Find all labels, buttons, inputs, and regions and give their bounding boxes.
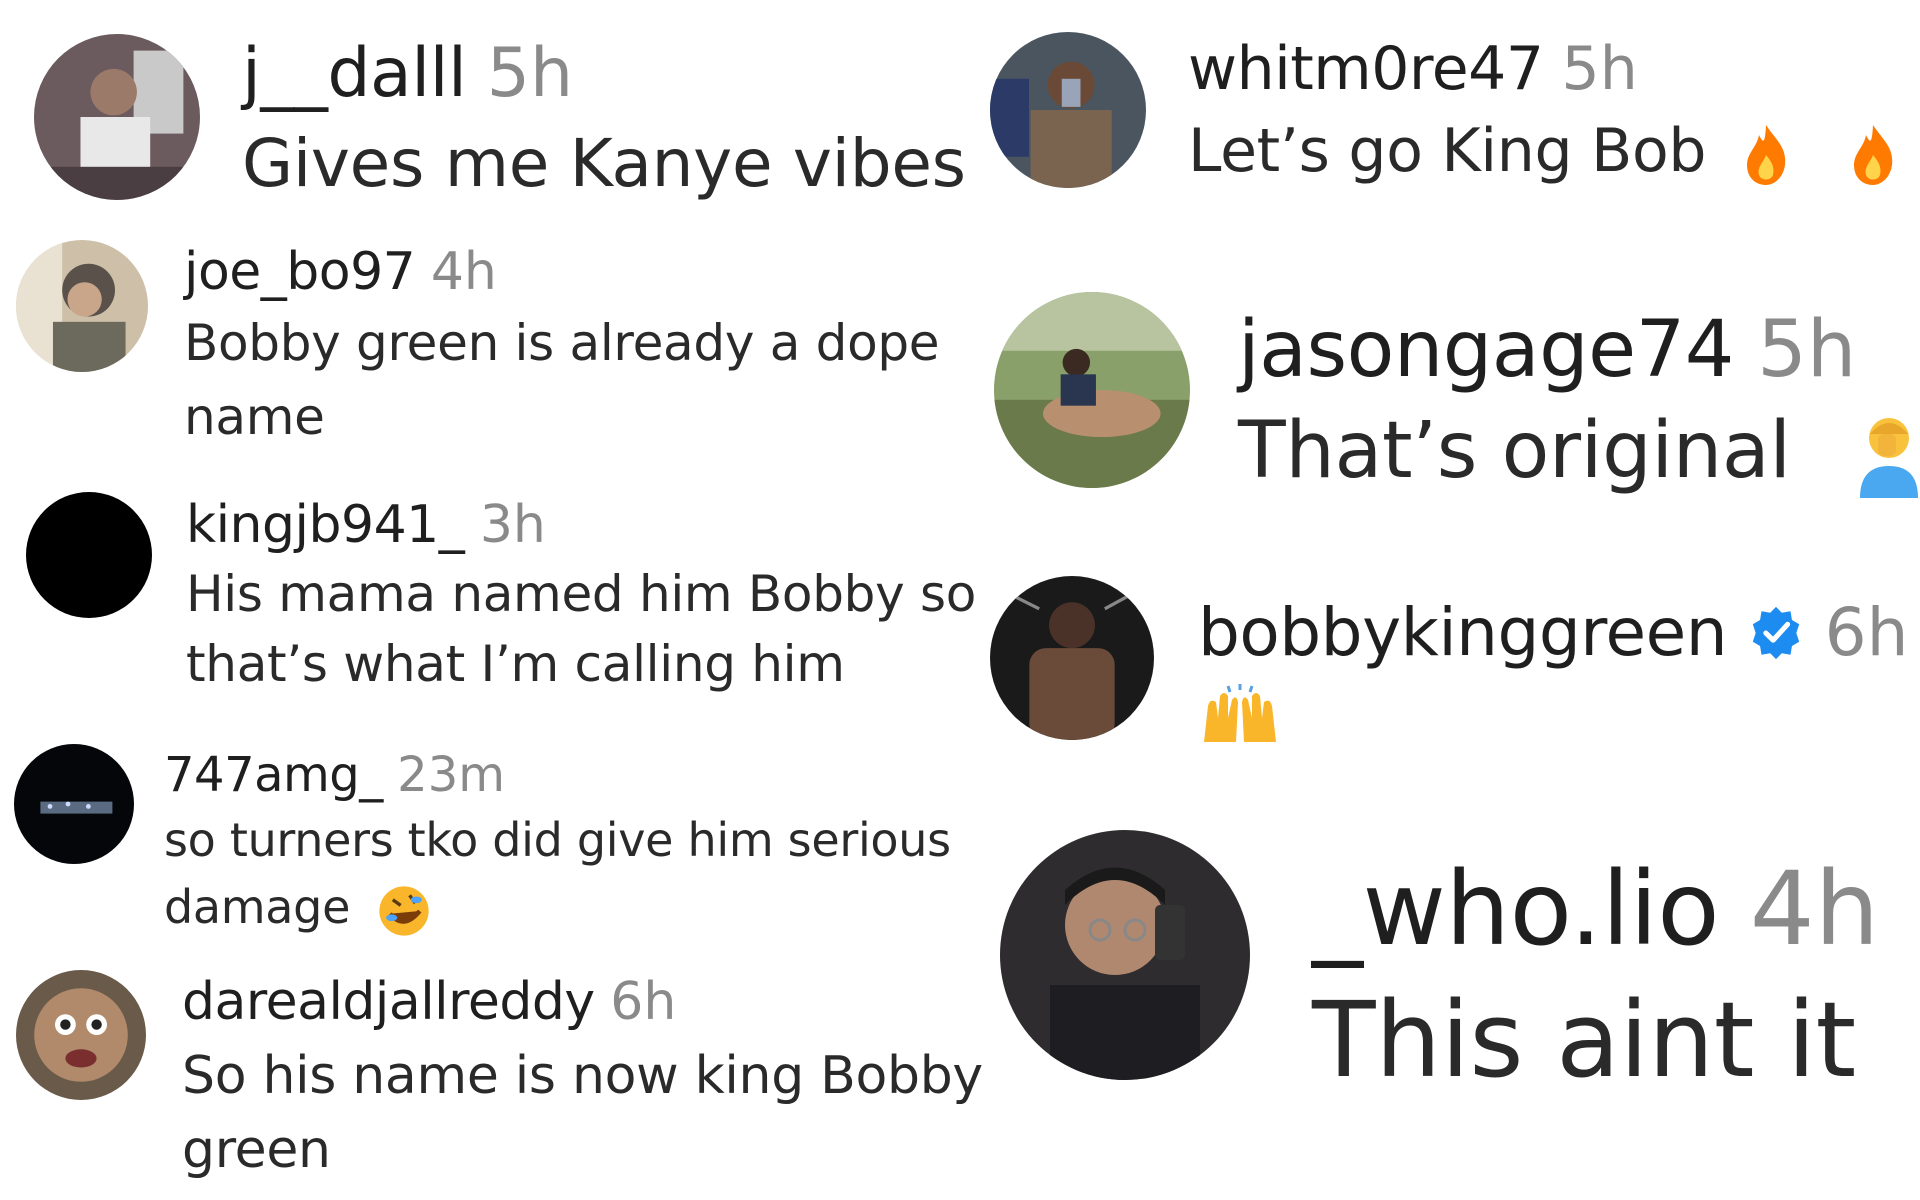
comment-text-line-1: Bobby green is already a dope bbox=[184, 314, 940, 372]
timestamp: 4h bbox=[430, 242, 497, 302]
comment-item: kingjb941_ 3h His mama named him Bobby s… bbox=[26, 492, 976, 698]
fire-icon bbox=[1740, 121, 1792, 187]
username[interactable]: whitm0re47 bbox=[1188, 32, 1544, 106]
timestamp: 5h bbox=[486, 34, 574, 113]
comment-item: joe_bo97 4h Bobby green is already a dop… bbox=[16, 240, 940, 454]
comment-item: jasongage74 5h That’s original bbox=[994, 292, 1920, 504]
avatar[interactable] bbox=[1000, 830, 1250, 1080]
comment-text-wrap: Let’s go King Bob bbox=[1188, 106, 1899, 196]
username[interactable]: j__dalll bbox=[242, 34, 467, 114]
avatar[interactable] bbox=[990, 576, 1154, 740]
comment-text-line-2: that’s what I’m calling him bbox=[186, 635, 845, 693]
username[interactable]: darealdjallreddy bbox=[182, 970, 595, 1034]
avatar[interactable] bbox=[16, 240, 148, 372]
comment-text-wrap: That’s original bbox=[1238, 398, 1920, 504]
comment-item: j__dalll 5h Gives me Kanye vibes bbox=[34, 34, 966, 210]
avatar[interactable] bbox=[16, 970, 146, 1100]
comment-text-line-2: damage bbox=[164, 880, 351, 934]
avatar[interactable] bbox=[994, 292, 1190, 488]
raising-hands-icon bbox=[1198, 682, 1282, 748]
comment-item: whitm0re47 5h Let’s go King Bob bbox=[990, 32, 1899, 196]
timestamp: 5h bbox=[1561, 34, 1638, 104]
comment-text: Gives me Kanye vibes bbox=[242, 125, 966, 202]
person-facepalming-icon bbox=[1854, 414, 1920, 498]
avatar[interactable] bbox=[990, 32, 1146, 188]
comment-text-line-1: So his name is now king Bobby bbox=[182, 1046, 983, 1106]
comment-text: Let’s go King Bob bbox=[1188, 116, 1707, 186]
avatar[interactable] bbox=[26, 492, 152, 618]
comment-text-line-2-wrap: damage bbox=[164, 874, 951, 940]
username[interactable]: 747amg_ bbox=[164, 744, 383, 806]
comment-text-line-2: name bbox=[184, 388, 325, 446]
username[interactable]: joe_bo97 bbox=[184, 240, 416, 304]
avatar[interactable] bbox=[34, 34, 200, 200]
rolling-on-floor-laughing-icon bbox=[376, 883, 432, 939]
comment-text-line-1: so turners tko did give him serious bbox=[164, 813, 951, 867]
verified-badge-icon bbox=[1747, 604, 1805, 662]
fire-icon bbox=[1847, 121, 1899, 187]
timestamp: 3h bbox=[479, 495, 546, 555]
username[interactable]: _who.lio bbox=[1312, 850, 1720, 970]
avatar[interactable] bbox=[14, 744, 134, 864]
timestamp: 6h bbox=[1824, 594, 1909, 671]
comment-text: This aint it bbox=[1312, 979, 1857, 1101]
timestamp: 4h bbox=[1749, 850, 1880, 969]
username[interactable]: bobbykinggreen bbox=[1198, 590, 1728, 676]
timestamp: 6h bbox=[610, 972, 677, 1032]
username[interactable]: kingjb941_ bbox=[186, 492, 465, 558]
comment-text-line-1: His mama named him Bobby so bbox=[186, 565, 977, 623]
username[interactable]: jasongage74 bbox=[1238, 302, 1734, 398]
comment-text-line-2: green bbox=[182, 1120, 331, 1180]
comment-item: 747amg_ 23m so turners tko did give him … bbox=[14, 744, 951, 940]
comment-item: _who.lio 4h This aint it bbox=[1000, 830, 1879, 1110]
comment-emoji-wrap bbox=[1198, 682, 1908, 748]
comment-item: bobbykinggreen 6h bbox=[990, 576, 1908, 748]
comment-text: That’s original bbox=[1238, 406, 1791, 496]
comment-item: darealdjallreddy 6h So his name is now k… bbox=[16, 970, 983, 1186]
timestamp: 5h bbox=[1757, 305, 1857, 395]
timestamp: 23m bbox=[397, 747, 505, 803]
